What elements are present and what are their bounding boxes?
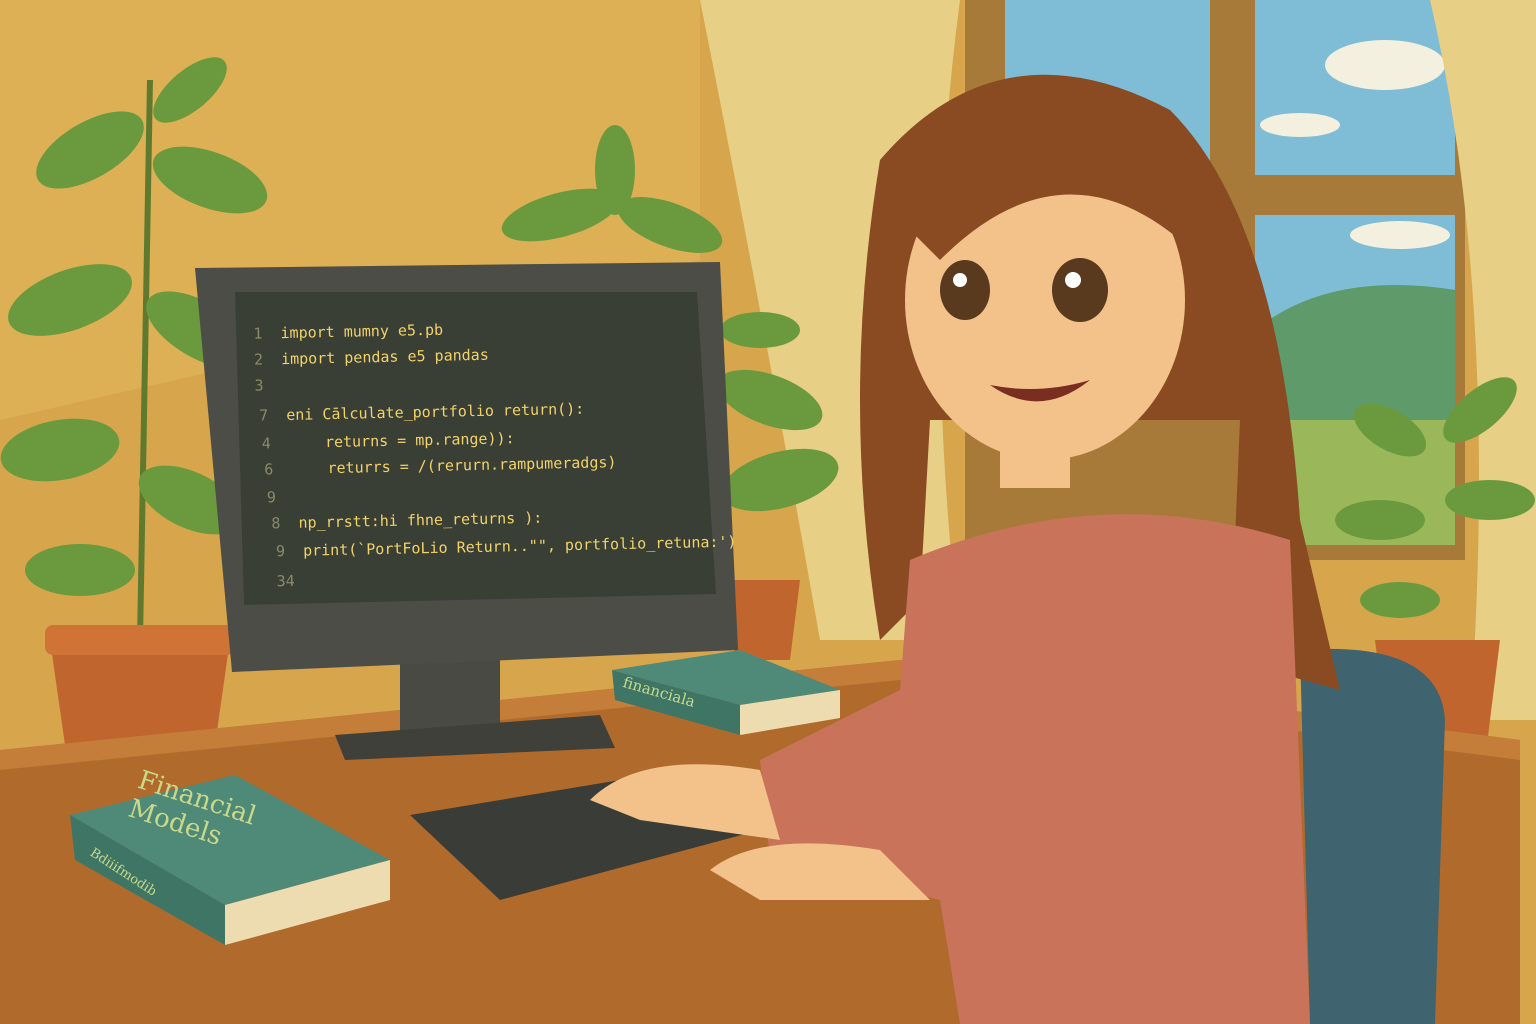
code-line: 3 [254,376,264,395]
code-line: 4 returns = mp.range)): [261,429,515,453]
code-line: 9 print(`PortFoLio Return.."", portfolio… [275,532,737,561]
code-editor: 1 import mumny e5.pb 2 import pendas e5 … [241,307,736,599]
code-line: 8 np_rrstt:hi fhne_returns ): [271,508,543,533]
code-line: 6 returrs = /(rerurn.rampumeradgs) [264,453,617,479]
code-line: 7 eni Cālculate_portfolio return(): [258,399,585,425]
code-line: 9 [266,488,277,507]
chair [1300,648,1445,1024]
code-line: 2 import pendas e5 pandas [253,345,489,369]
code-line: 1 import mumny e5.pb [253,320,444,343]
code-line: 34 [276,571,295,591]
illustration-scene [0,0,1536,1024]
